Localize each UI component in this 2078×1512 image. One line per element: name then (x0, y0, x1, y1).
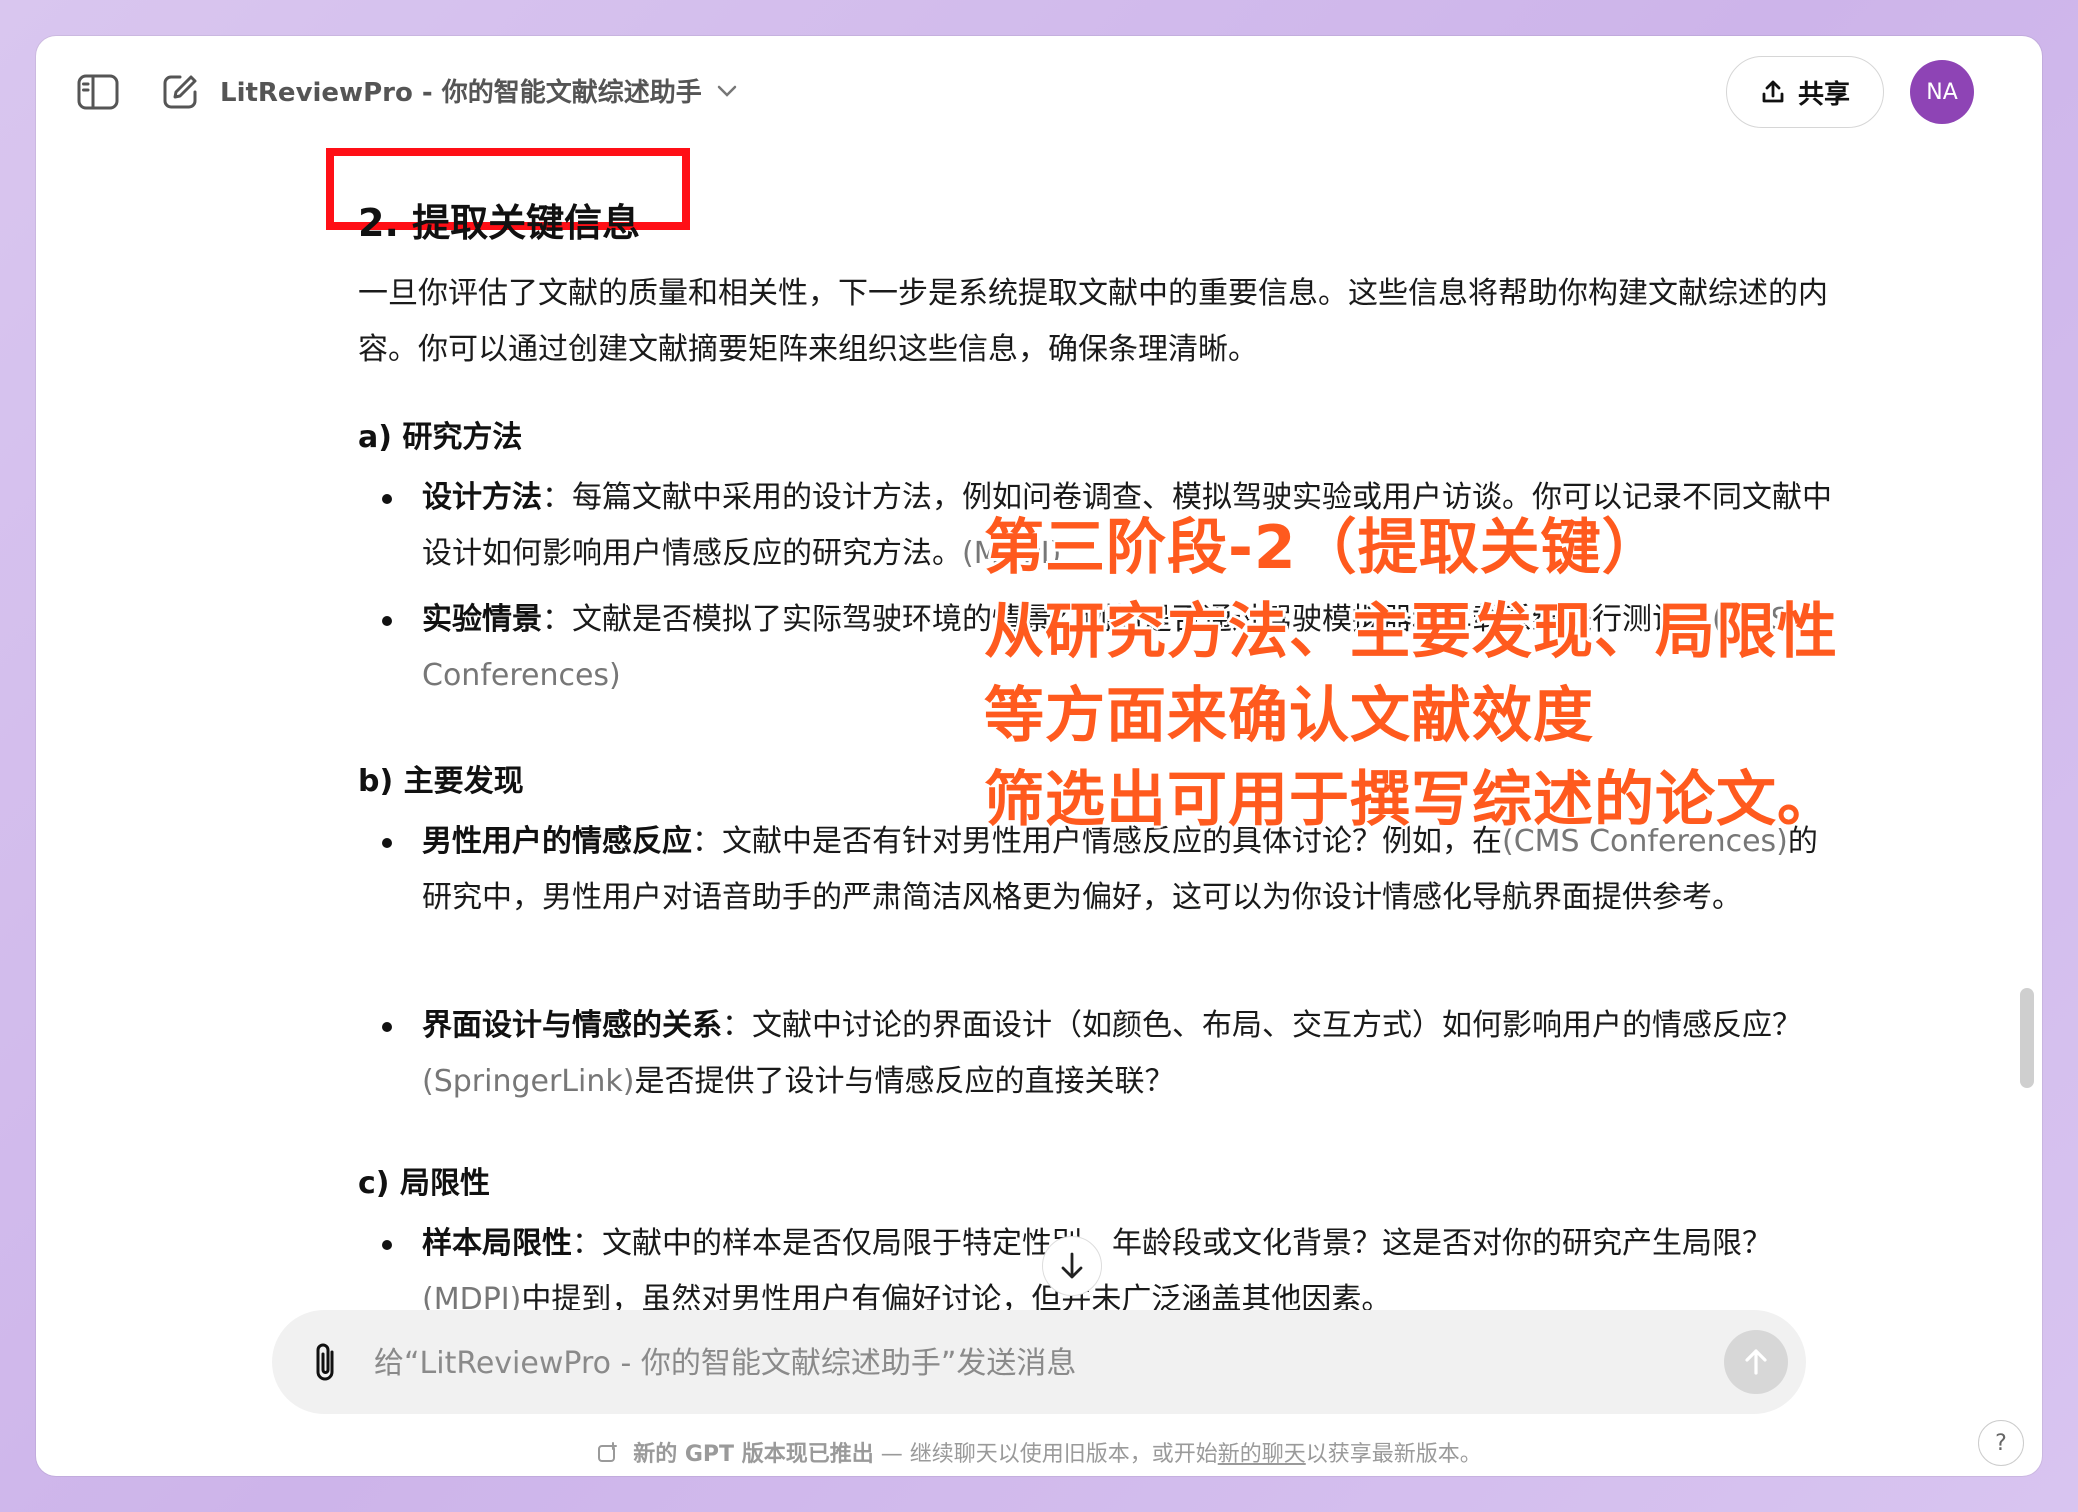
upload-icon (1760, 79, 1786, 105)
new-chat-icon[interactable] (158, 70, 202, 114)
bullet-dot (382, 616, 392, 626)
arrow-up-icon (1742, 1347, 1770, 1377)
scroll-to-bottom-button[interactable] (1042, 1236, 1102, 1296)
bullet-dot (382, 838, 392, 848)
bullet-label: 样本局限性 (422, 1226, 572, 1261)
sidebar-toggle-icon[interactable] (76, 70, 120, 114)
arrow-down-icon (1059, 1251, 1085, 1281)
chat-window: LitReviewPro - 你的智能文献综述助手 共享 NA 2. 提取关键信… (36, 36, 2042, 1476)
intro-paragraph: 一旦你评估了文献的质量和相关性，下一步是系统提取文献中的重要信息。这些信息将帮助… (358, 276, 1828, 367)
new-version-icon (596, 1441, 620, 1471)
annotation-line: 筛选出可用于撰写综述的论文。 (984, 765, 1838, 835)
new-chat-link[interactable]: 新的聊天 (1218, 1442, 1306, 1467)
bullet-label: 设计方法 (422, 480, 542, 515)
bullet-dot (382, 1022, 392, 1032)
list-item: 界面设计与情感的关系：文献中讨论的界面设计（如颜色、布局、交互方式）如何影响用户… (358, 998, 1838, 1110)
annotation-line: 从研究方法、主要发现、局限性 (984, 597, 1838, 667)
app-title-text: LitReviewPro - 你的智能文献综述助手 (220, 78, 702, 108)
send-button[interactable] (1724, 1330, 1788, 1394)
bullet-label: 界面设计与情感的关系 (422, 1008, 722, 1043)
help-button[interactable]: ? (1978, 1420, 2024, 1466)
bullet-text-after: 是否提供了设计与情感反应的直接关联？ (634, 1064, 1175, 1099)
bullet-label: 实验情景 (422, 602, 542, 637)
notice-title: 新的 GPT 版本现已推出 (633, 1442, 874, 1467)
sub-heading-methods: a) 研究方法 (358, 420, 523, 455)
version-notice: 新的 GPT 版本现已推出 — 继续聊天以使用旧版本，或开始新的聊天以获享最新版… (36, 1436, 2042, 1471)
chevron-down-icon (716, 84, 738, 98)
notice-end: 以获享最新版本。 (1305, 1442, 1482, 1467)
sub-heading-findings: b) 主要发现 (358, 764, 524, 799)
bullet-text: ：文献中讨论的界面设计（如颜色、布局、交互方式）如何影响用户的情感反应？ (722, 1008, 1802, 1043)
bullet-dot (382, 1240, 392, 1250)
bullet-label: 男性用户的情感反应 (422, 824, 692, 859)
bullet-dot (382, 494, 392, 504)
share-label: 共享 (1797, 79, 1850, 110)
message-composer (272, 1310, 1806, 1416)
notice-text: — 继续聊天以使用旧版本，或开始 (873, 1442, 1218, 1467)
annotation-line: 第三阶段-2（提取关键） (984, 513, 1663, 583)
annotation-line: 等方面来确认文献效度 (984, 681, 1594, 751)
model-selector[interactable]: LitReviewPro - 你的智能文献综述助手 (220, 72, 738, 109)
sub-heading-limitations: c) 局限性 (358, 1166, 490, 1201)
message-input[interactable] (372, 1310, 1676, 1416)
attach-icon[interactable] (302, 1338, 350, 1386)
annotation-overlay: 第三阶段-2（提取关键） 从研究方法、主要发现、局限性 等方面来确认文献效度 筛… (984, 506, 1838, 842)
share-button[interactable]: 共享 (1726, 56, 1884, 128)
citation-link[interactable]: (SpringerLink) (422, 1064, 634, 1099)
section-heading: 2. 提取关键信息 (358, 201, 641, 245)
bullet-text: ：文献中的样本是否仅局限于特定性别、年龄段或文化背景？这是否对你的研究产生局限？ (572, 1226, 1772, 1261)
scrollbar-thumb[interactable] (2020, 988, 2034, 1088)
avatar[interactable]: NA (1910, 60, 1974, 124)
top-bar: LitReviewPro - 你的智能文献综述助手 共享 NA (36, 36, 2042, 148)
